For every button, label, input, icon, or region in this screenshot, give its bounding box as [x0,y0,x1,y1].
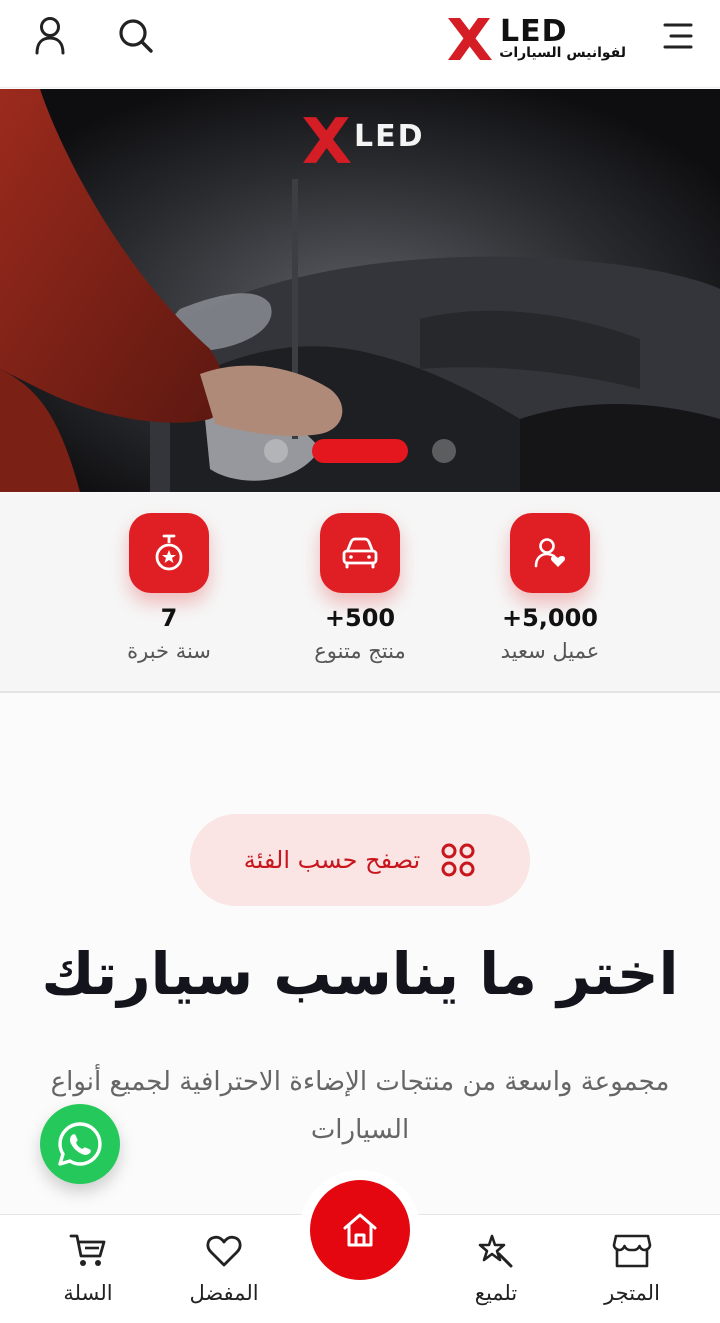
menu-icon[interactable] [656,14,700,58]
cart-icon [28,1231,148,1271]
user-icon[interactable] [28,14,72,58]
store-icon [572,1231,692,1271]
hero-logo-x-mark [303,117,351,163]
home-button[interactable] [310,1180,410,1280]
browse-by-category-label: تصفح حسب الفئة [243,846,421,874]
nav-favorites[interactable]: المفضل [164,1231,284,1305]
section-description: مجموعة واسعة من منتجات الإضاءة الاحترافي… [50,1067,670,1145]
hero-logo-brand-text: LED [354,119,425,154]
stat-label: عميل سعيد [500,639,600,663]
home-icon [343,1213,377,1247]
whatsapp-button[interactable] [40,1104,120,1184]
nav-store[interactable]: المتجر [572,1231,692,1305]
brand-logo[interactable]: LED لفوانيس السيارات [444,14,628,66]
stat-value: 7 [160,604,178,632]
logo-brand-text: LED [500,14,568,49]
nav-store-label: المتجر [604,1281,660,1305]
nav-favorites-label: المفضل [189,1281,259,1305]
browse-by-category-button[interactable]: تصفح حسب الفئة [190,814,530,906]
stat-label: منتج متنوع [314,639,406,663]
stat-value: +5,000 [501,604,599,632]
user-heart-icon [510,513,590,593]
stat-label: سنة خبرة [127,639,211,663]
hero-carousel[interactable]: LED [0,89,720,492]
carousel-dot[interactable] [432,439,456,463]
stat-products: +500 منتج متنوع [270,513,450,663]
car-icon [320,513,400,593]
search-icon[interactable] [114,14,158,58]
app-header: LED لفوانيس السيارات [0,0,720,88]
stat-experience: 7 سنة خبرة [79,513,259,663]
sparkle-polish-icon [436,1231,556,1271]
heart-icon [164,1231,284,1271]
nav-polish-label: تلميع [474,1281,518,1305]
grid-icon [441,843,475,877]
nav-cart[interactable]: السلة [28,1231,148,1305]
stats-strip: +5,000 عميل سعيد +500 منتج متنوع 7 سنة خ… [0,493,720,693]
medal-icon [129,513,209,593]
logo-subtitle: لفوانيس السيارات [499,45,626,61]
stat-value: +500 [324,604,396,632]
carousel-dot-active[interactable] [312,439,408,463]
nav-polish[interactable]: تلميع [436,1231,556,1305]
carousel-dot[interactable] [264,439,288,463]
nav-cart-label: السلة [63,1281,113,1305]
hero-logo: LED [302,115,432,165]
logo-x-mark [448,18,492,60]
stat-happy-customers: +5,000 عميل سعيد [460,513,640,663]
section-headline: اختر ما يناسب سيارتك [41,940,679,1008]
whatsapp-icon [58,1122,102,1166]
